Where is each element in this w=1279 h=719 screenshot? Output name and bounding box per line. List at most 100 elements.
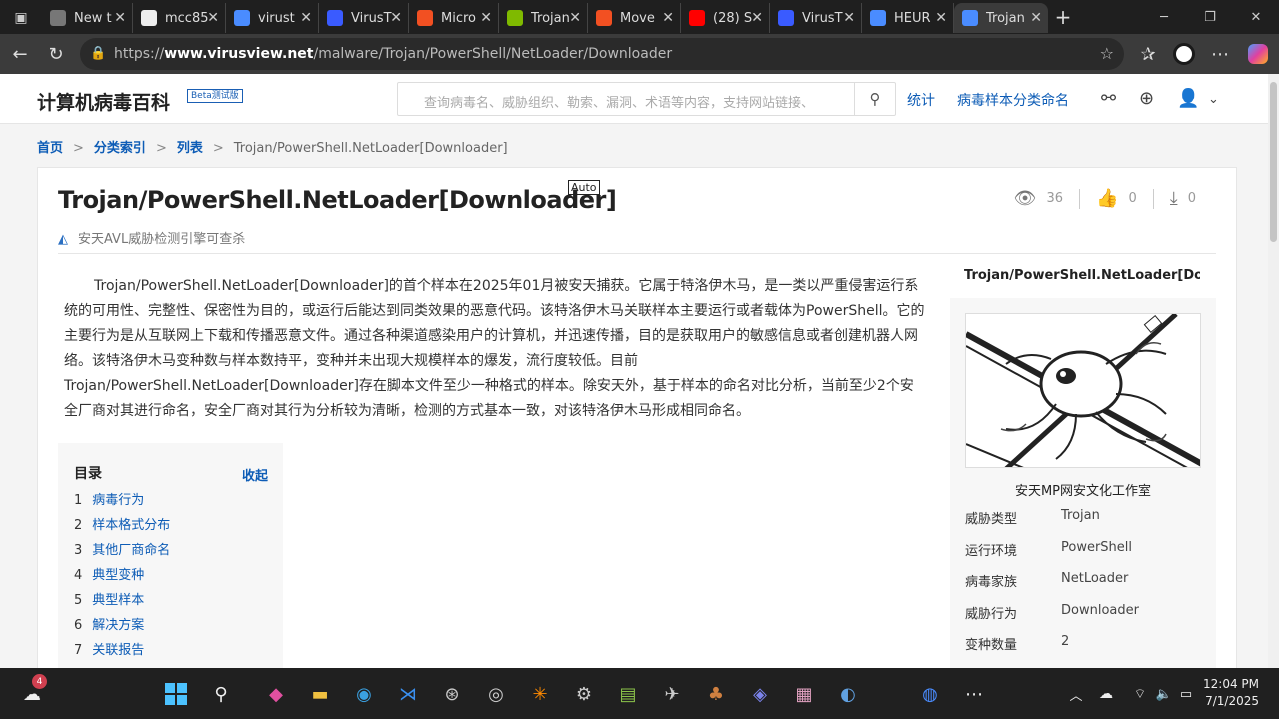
profile-avatar[interactable] [1166, 38, 1202, 70]
tab-actions-button[interactable]: ▣ [0, 3, 42, 33]
browser-tab[interactable]: mcc85 ✕ [133, 3, 226, 33]
toc-item[interactable]: 6 解决方案 [74, 616, 170, 641]
close-tab-icon[interactable]: ✕ [480, 10, 492, 26]
more-apps-icon[interactable]: ⋯ [960, 680, 988, 708]
toc-item[interactable]: 3 其他厂商命名 [74, 541, 170, 566]
browser-tab[interactable]: New t ✕ [42, 3, 133, 33]
toc-item[interactable]: 4 典型变种 [74, 566, 170, 591]
info-value[interactable]: Downloader [1061, 603, 1201, 618]
download-icon[interactable]: ⤓ [1170, 188, 1178, 209]
refresh-button[interactable]: ↻ [38, 38, 74, 70]
close-tab-icon[interactable]: ✕ [300, 10, 312, 26]
clock[interactable]: 12:04 PM 7/1/2025 [1203, 676, 1259, 710]
nav-naming-link[interactable]: 病毒样本分类命名 [957, 90, 1069, 110]
app-icon[interactable]: ⚙ [570, 680, 598, 708]
search-input[interactable]: 查询病毒名、威胁组织、勒索、漏洞、术语等内容，支持网站链接、 [424, 92, 844, 111]
site-logo[interactable]: 计算机病毒百科 [37, 88, 170, 115]
edge-icon[interactable]: ◉ [350, 680, 378, 708]
app-icon[interactable]: ▦ [790, 680, 818, 708]
notepad-icon[interactable]: ▤ [614, 680, 642, 708]
file-explorer-icon[interactable]: ▬ [306, 680, 334, 708]
toc-item[interactable]: 2 样本格式分布 [74, 516, 170, 541]
toc-collapse-button[interactable]: 收起 [242, 465, 268, 484]
teams-icon[interactable]: ◈ [746, 680, 774, 708]
thumbs-up-icon[interactable]: 👍 [1096, 188, 1118, 209]
globe-icon[interactable]: ⊕ [1139, 88, 1154, 109]
info-row: 运行环境 PowerShell [965, 540, 1132, 559]
steam-icon[interactable]: ⊛ [438, 680, 466, 708]
close-window-button[interactable]: ✕ [1233, 0, 1279, 34]
close-tab-icon[interactable]: ✕ [1030, 10, 1042, 26]
info-value[interactable]: Trojan [1061, 508, 1201, 523]
close-tab-icon[interactable]: ✕ [751, 10, 763, 26]
divider [1152, 188, 1154, 209]
breadcrumb-separator: > [155, 141, 167, 156]
start-icon[interactable] [162, 680, 190, 708]
browser-tab[interactable]: Trojan ✕ [499, 3, 588, 33]
info-key: 运行环境 [965, 543, 1018, 559]
breadcrumb-list[interactable]: 列表 [177, 141, 203, 156]
game-icon[interactable]: ✈ [658, 680, 686, 708]
close-tab-icon[interactable]: ✕ [207, 10, 219, 26]
chrome-icon[interactable]: ◍ [916, 680, 944, 708]
search-icon[interactable]: ⚲ [854, 83, 895, 115]
app-icon[interactable]: ◐ [834, 680, 862, 708]
browser-tab[interactable]: HEUR ✕ [862, 3, 954, 33]
copilot-icon[interactable] [1240, 38, 1276, 70]
close-tab-icon[interactable]: ✕ [843, 10, 855, 26]
avl-logo-icon: ◭ [58, 232, 68, 247]
divider [1079, 188, 1081, 209]
breadcrumb-separator: > [212, 141, 224, 156]
copilot-icon[interactable]: ◆ [262, 680, 290, 708]
page-scrollbar[interactable] [1268, 74, 1279, 668]
nav-stats-link[interactable]: 统计 [907, 90, 935, 110]
show-hidden-icons-icon[interactable]: ︿ [1062, 680, 1090, 708]
toc-item[interactable]: 5 典型样本 [74, 591, 170, 616]
browser-tab[interactable]: virust ✕ [226, 3, 319, 33]
toc-item-number: 6 [74, 618, 83, 633]
link-icon[interactable]: ⚯ [1101, 88, 1116, 109]
scrollbar-thumb[interactable] [1270, 82, 1277, 242]
favorites-icon[interactable]: ✰ [1130, 38, 1166, 70]
search-icon[interactable]: ⚲ [207, 680, 235, 708]
weather-widget-icon[interactable]: ☁ 4 [18, 674, 47, 708]
browser-tab[interactable]: Micro ✕ [409, 3, 499, 33]
minimize-button[interactable]: ─ [1141, 0, 1187, 34]
user-icon[interactable]: 👤 [1177, 88, 1199, 109]
info-value[interactable]: PowerShell [1061, 540, 1201, 555]
info-key: 病毒家族 [965, 575, 1018, 590]
close-tab-icon[interactable]: ✕ [569, 10, 581, 26]
browser-tab[interactable]: VirusT ✕ [770, 3, 862, 33]
vscode-icon[interactable]: ⋊ [394, 680, 422, 708]
new-tab-button[interactable]: + [1048, 5, 1078, 29]
asterisk-app-icon[interactable]: ✳ [526, 680, 554, 708]
browser-tab[interactable]: Move ✕ [588, 3, 681, 33]
onedrive-icon[interactable]: ☁ [1092, 680, 1120, 708]
browser-tab[interactable]: (28) S ✕ [681, 3, 770, 33]
toc-item[interactable]: 1 病毒行为 [74, 491, 170, 516]
browser-tab[interactable]: Trojan ✕ [954, 3, 1048, 33]
close-tab-icon[interactable]: ✕ [935, 10, 947, 26]
search-box[interactable]: 查询病毒名、威胁组织、勒索、漏洞、术语等内容，支持网站链接、 ⚲ [397, 82, 896, 116]
toc-item[interactable]: 7 关联报告 [74, 641, 170, 666]
info-value[interactable]: 2 [1061, 634, 1201, 649]
close-tab-icon[interactable]: ✕ [390, 10, 402, 26]
battery-icon[interactable]: ▭ [1172, 680, 1200, 708]
close-tab-icon[interactable]: ✕ [662, 10, 674, 26]
chevron-down-icon[interactable]: ⌄ [1208, 92, 1219, 107]
virustotal-icon [778, 10, 794, 26]
info-value[interactable]: NetLoader [1061, 571, 1201, 586]
game-icon[interactable]: ♣ [702, 680, 730, 708]
url-field[interactable]: 🔒 https://www.virusview.net/malware/Troj… [80, 38, 1124, 70]
more-menu-icon[interactable]: ⋯ [1202, 38, 1238, 70]
breadcrumb-home[interactable]: 首页 [37, 141, 63, 156]
breadcrumb-index[interactable]: 分类索引 [94, 141, 146, 156]
favorite-star-icon[interactable]: ☆ [1100, 44, 1114, 63]
site-info-icon[interactable]: 🔒 [90, 46, 106, 61]
obs-icon[interactable]: ◎ [482, 680, 510, 708]
maximize-button[interactable]: ❐ [1187, 0, 1233, 34]
browser-tab[interactable]: VirusT ✕ [319, 3, 409, 33]
close-tab-icon[interactable]: ✕ [114, 10, 126, 26]
toc-item-number: 1 [74, 493, 83, 508]
back-button[interactable]: ← [2, 38, 38, 70]
